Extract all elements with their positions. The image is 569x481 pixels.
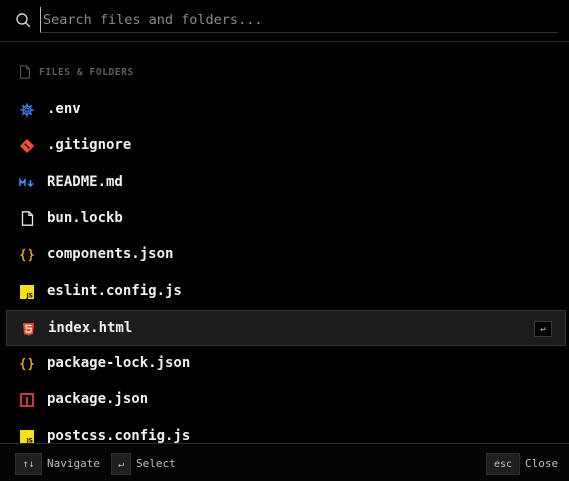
select-label: Select [136, 457, 176, 470]
item-name: README.md [47, 173, 123, 190]
list-item[interactable]: components.json [6, 237, 566, 273]
item-name: package-lock.json [47, 355, 191, 372]
search-input[interactable] [40, 7, 558, 33]
javascript-icon: JS [19, 284, 35, 300]
item-name: index.html [48, 319, 133, 336]
navigate-key: ↑↓ [15, 453, 42, 475]
file-icon [19, 211, 35, 227]
svg-text:JS: JS [25, 292, 33, 299]
javascript-icon: JS [19, 429, 35, 443]
footer: ↑↓ Navigate ↵ Select esc Close [0, 443, 569, 481]
list-item[interactable]: bun.lockb [6, 201, 566, 237]
item-name: bun.lockb [47, 209, 123, 226]
list-item[interactable]: README.md [6, 165, 566, 201]
npm-icon [19, 392, 35, 408]
file-list: .env .gitignore README.md bun.lockb componen… [0, 92, 569, 443]
list-item[interactable]: JS postcss.config.js [6, 419, 566, 443]
navigate-label: Navigate [47, 457, 100, 470]
enter-key-hint: ↵ [534, 320, 552, 337]
list-item[interactable]: JS eslint.config.js [6, 274, 566, 310]
list-item[interactable]: index.html ↵ [6, 309, 566, 346]
select-key: ↵ [111, 453, 131, 475]
git-icon [19, 138, 35, 154]
list-item[interactable]: .gitignore [6, 128, 566, 164]
list-item[interactable]: package-lock.json [6, 346, 566, 382]
gear-icon [19, 102, 35, 118]
esc-key: esc [486, 453, 520, 475]
list-item[interactable]: package.json [6, 382, 566, 418]
file-icon [19, 65, 31, 79]
item-name: .env [47, 101, 81, 117]
section-header: FILES & FOLDERS [19, 64, 134, 80]
markdown-icon [19, 175, 35, 191]
item-name: package.json [47, 391, 149, 408]
close-label: Close [525, 457, 559, 470]
list-item[interactable]: .env [6, 92, 566, 128]
item-name: .gitignore [47, 137, 132, 154]
html5-icon [20, 321, 36, 337]
section-label: FILES & FOLDERS [39, 66, 134, 78]
json-braces-icon [19, 247, 35, 263]
search-bar [0, 0, 569, 42]
item-name: eslint.config.js [47, 282, 182, 299]
item-name: postcss.config.js [47, 427, 191, 443]
search-icon [16, 13, 31, 28]
item-name: components.json [47, 246, 174, 263]
json-braces-icon [19, 356, 35, 372]
